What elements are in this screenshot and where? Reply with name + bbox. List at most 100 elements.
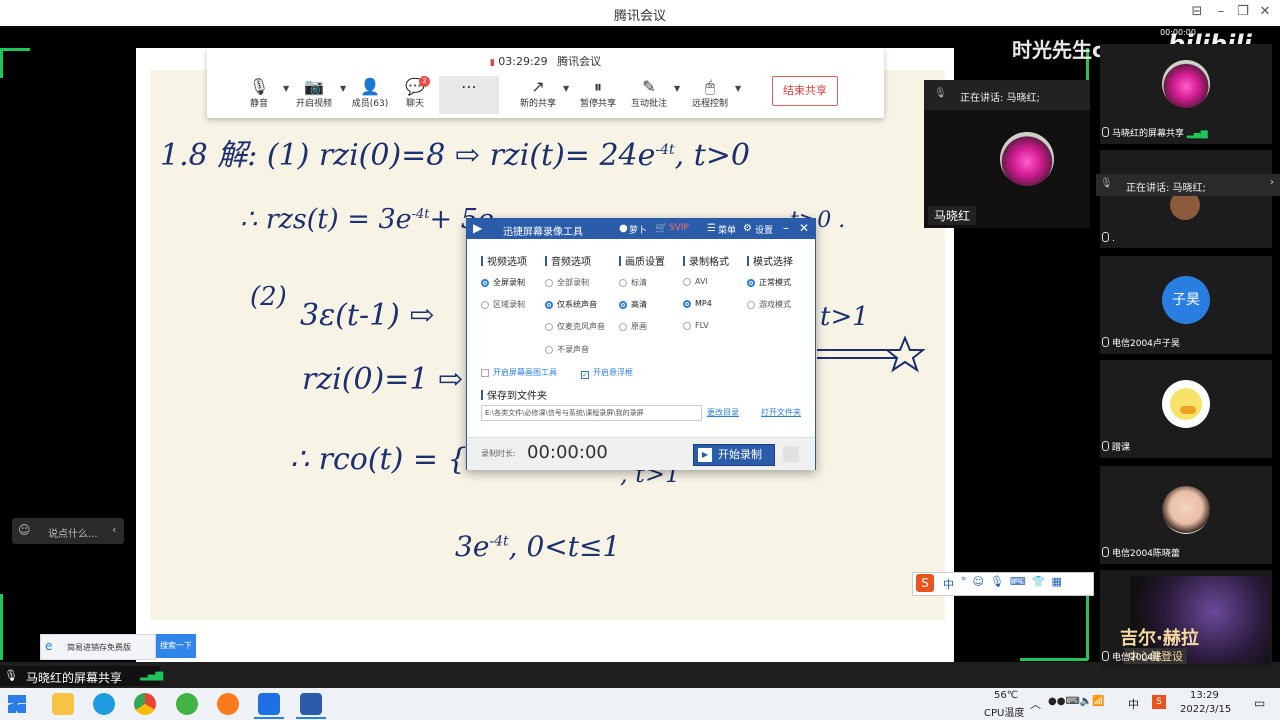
participant-tile[interactable]: . <box>1100 150 1272 248</box>
share-icon: ↗ <box>531 77 545 96</box>
ime-toolbar: S 中 °☺🎙⌨👕▦ <box>912 572 1094 596</box>
close-icon[interactable]: ✕ <box>799 221 809 235</box>
chat-icon: 💬 <box>405 77 425 96</box>
emoji-icon[interactable]: ☺ <box>18 523 31 537</box>
participant-name: . <box>1112 234 1115 244</box>
chevron-left-icon[interactable]: ‹ <box>112 523 116 536</box>
restore-button[interactable]: ❐ <box>1234 4 1252 22</box>
participant-name: 电信2004陈晓蕾 <box>1112 549 1180 559</box>
start-record-button[interactable]: ▶ 开始录制 <box>693 444 775 466</box>
duration-value: 00:00:00 <box>527 442 608 463</box>
chevron-right-icon[interactable]: › <box>1270 177 1274 188</box>
window-title-bar: 腾讯会议 ⊟ – ❐ ✕ <box>0 0 1280 27</box>
open-folder-link[interactable]: 打开文件夹 <box>761 407 801 418</box>
mute-label: 静音 <box>249 99 268 109</box>
participant-nameplate: . <box>1102 232 1115 244</box>
sogou-icon[interactable]: S <box>916 574 934 592</box>
tray-icons[interactable]: ●●⌨🔈📶 <box>1048 696 1105 707</box>
notification-icon[interactable]: ▭ <box>1254 696 1265 710</box>
format-mp4-radio[interactable]: MP4 <box>683 299 712 308</box>
participant-name: 电信2004卢子昊 <box>1112 339 1180 349</box>
change-dir-link[interactable]: 更改目录 <box>707 407 739 418</box>
participant-tile[interactable]: 马晓红的屏幕共享 ▂▄▆ <box>1100 44 1272 144</box>
active-speaker-corner <box>1020 658 1088 661</box>
ime-mode[interactable]: 中 <box>943 576 954 592</box>
firefox-icon[interactable] <box>217 693 239 715</box>
mode-game-radio[interactable]: 游戏模式 <box>747 299 791 310</box>
active-app-indicator <box>296 717 326 719</box>
edge-icon[interactable] <box>93 693 115 715</box>
chat-badge: 2 <box>419 76 430 87</box>
participant-tile[interactable]: 电信2004陈晓蕾 <box>1100 466 1272 564</box>
audio-system-radio[interactable]: 仅系统声音 <box>545 299 597 310</box>
screen-recorder-icon[interactable] <box>300 693 322 715</box>
tencent-meeting-icon[interactable] <box>258 693 280 715</box>
new-share-label: 新的共享 <box>519 99 556 109</box>
mode-normal-radio[interactable]: 正常模式 <box>747 277 791 288</box>
new-share-button[interactable]: ↗ 新的共享 <box>508 76 568 114</box>
active-speaker-corner <box>0 48 3 78</box>
start-video-button[interactable]: 📷 开启视频 <box>284 76 344 114</box>
quality-sd-radio[interactable]: 标清 <box>619 277 647 288</box>
quality-hd-radio[interactable]: 高清 <box>619 299 647 310</box>
audio-all-radio[interactable]: 全部录制 <box>545 277 589 288</box>
audio-none-radio[interactable]: 不录声音 <box>545 344 589 355</box>
chrome-icon[interactable] <box>134 693 156 715</box>
audio-mic-radio[interactable]: 仅麦克风声音 <box>545 321 605 332</box>
file-explorer-icon[interactable] <box>52 693 74 715</box>
mute-button[interactable]: 🎙 静音 <box>229 76 289 114</box>
participant-tile[interactable]: 子昊 电信2004卢子昊 <box>1100 256 1272 354</box>
save-path-field[interactable]: E:\各类文件\必修课\信号与系统\课程录屏\我的录屏 <box>481 405 702 421</box>
fullscreen-radio[interactable]: 全屏录制 <box>481 277 525 288</box>
note-line-6: 3e <box>455 530 490 563</box>
format-flv-radio[interactable]: FLV <box>683 321 709 330</box>
ime-indicator[interactable]: 中 <box>1128 696 1139 712</box>
mode-title: 模式选择 <box>747 253 793 268</box>
settings-button[interactable]: 设置 <box>755 223 773 236</box>
recorder-user[interactable]: 萝卜 <box>629 223 647 236</box>
format-avi-radio[interactable]: AVI <box>683 277 708 286</box>
chat-placeholder: 说点什么... <box>48 529 98 540</box>
watermark-timer: 00:00:00 <box>1160 28 1196 37</box>
screen-recorder-dialog: ▶ 迅捷屏幕录像工具 ● 萝卜 🛒 SVIP ☰ 菜单 ⚙ 设置 – ✕ 视频选… <box>466 218 816 470</box>
recorder-header: ▶ 迅捷屏幕录像工具 ● 萝卜 🛒 SVIP ☰ 菜单 ⚙ 设置 – ✕ <box>467 219 815 239</box>
minimize-button[interactable]: – <box>1212 4 1230 22</box>
share-nameplate: 🎙 马晓红的屏幕共享 ▂▄▆ <box>0 666 163 686</box>
draw-tool-checkbox[interactable]: 开启屏幕画图工具 <box>481 367 557 378</box>
start-record-label: 开始录制 <box>718 448 762 461</box>
minimize-icon[interactable]: – <box>783 221 789 235</box>
chat-label: 聊天 <box>405 99 424 109</box>
sogou-tray-icon[interactable]: S <box>1152 695 1166 709</box>
audio-none-label: 不录声音 <box>557 345 589 354</box>
chevron-up-icon[interactable]: ︿ <box>1030 696 1041 712</box>
note-line-3b: 3ε(t-1) ⇨ <box>300 298 435 333</box>
pin-icon[interactable]: ⊟ <box>1188 4 1206 22</box>
close-window-button[interactable]: ✕ <box>1256 4 1274 22</box>
chevron-down-icon[interactable]: ▼ <box>735 84 741 93</box>
ime-tools-icon[interactable]: °☺🎙⌨👕▦ <box>961 575 1068 588</box>
region-radio[interactable]: 区域录制 <box>481 299 525 310</box>
recorder-logo-icon: ▶ <box>473 221 483 235</box>
chat-button[interactable]: 💬 聊天 <box>385 76 445 114</box>
menu-button[interactable]: 菜单 <box>718 223 736 236</box>
format-avi-label: AVI <box>695 277 708 286</box>
tray-date: 2022/3/15 <box>1180 704 1232 715</box>
quality-original-radio[interactable]: 原画 <box>619 321 647 332</box>
video-options-title: 视频选项 <box>481 253 527 268</box>
stop-button[interactable] <box>783 446 799 462</box>
ad-text: 简易进销存免费版 <box>67 643 131 652</box>
end-share-button[interactable]: 结束共享 <box>772 76 838 106</box>
remote-control-button[interactable]: 🖱 远程控制 <box>680 76 740 114</box>
speaker-video-tile[interactable]: 🎙 正在讲话: 马晓红; 马晓红 <box>924 80 1090 228</box>
float-window-label: 开启悬浮框 <box>593 368 633 377</box>
quality-original-label: 原画 <box>631 322 647 331</box>
app-green-icon[interactable] <box>176 693 198 715</box>
more-button[interactable]: ⋯... <box>439 76 499 114</box>
vip-badge[interactable]: SVIP <box>669 223 689 233</box>
annotate-button[interactable]: ✎ 互动批注 <box>619 76 679 114</box>
chat-input-box[interactable]: ☺ 说点什么... ‹ <box>12 518 124 544</box>
float-window-checkbox[interactable]: ✓ 开启悬浮框 <box>581 367 633 379</box>
ad-search-button[interactable]: 搜索一下 <box>156 634 196 658</box>
avatar <box>1162 60 1210 108</box>
participant-tile[interactable]: 蹭课 <box>1100 360 1272 458</box>
